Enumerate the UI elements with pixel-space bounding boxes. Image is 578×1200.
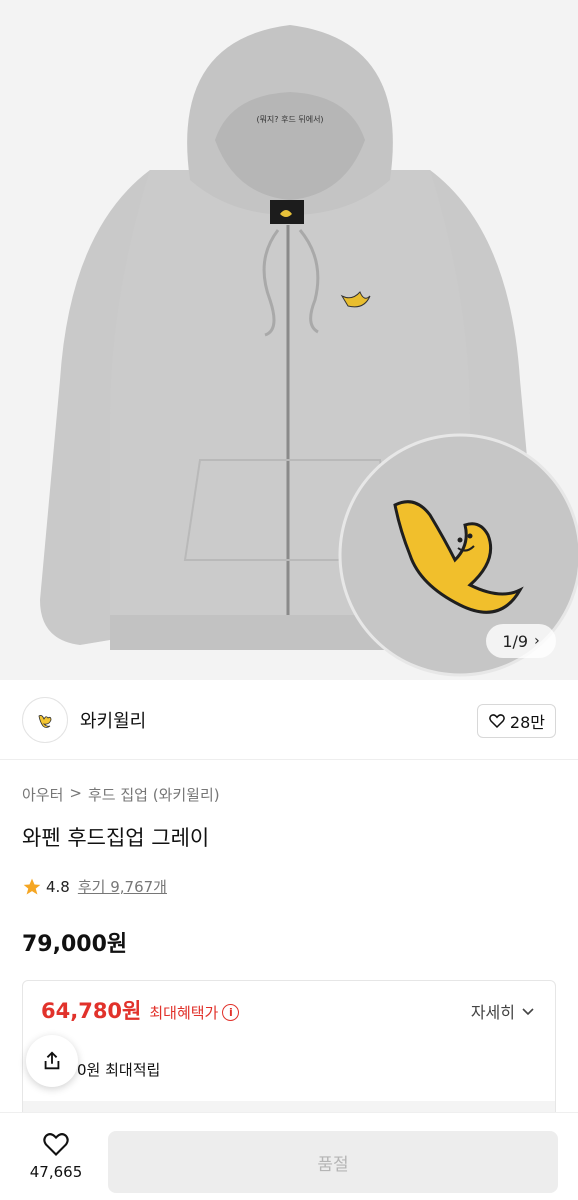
share-icon: [44, 1051, 60, 1070]
brand-row[interactable]: 와키윌리 28만: [0, 680, 578, 760]
sale-price: 64,780원: [41, 999, 142, 1023]
chevron-down-icon: [522, 1008, 534, 1016]
star-icon: [23, 878, 41, 894]
image-counter[interactable]: 1/9 ›: [486, 624, 556, 658]
details-button[interactable]: 자세히: [471, 999, 535, 1023]
review-link[interactable]: 후기 9,767개: [78, 876, 167, 897]
wishlist-button[interactable]: 47,665: [20, 1131, 92, 1181]
chevron-right-icon: ›: [534, 633, 540, 649]
breadcrumb: 아우터 > 후드 집업 (와키윌리): [22, 784, 220, 805]
brand-logo[interactable]: [22, 696, 68, 743]
original-price: 79,000원: [22, 932, 128, 957]
brand-like-button[interactable]: 28만: [476, 704, 556, 738]
product-title: 와펜 후드집업 그레이: [22, 826, 210, 850]
sale-label: 최대혜택가: [149, 1004, 219, 1022]
info-icon[interactable]: i: [222, 1004, 240, 1021]
product-image-gallery[interactable]: (뭐지? 후드 뒤에서) 1/9 ›: [0, 0, 578, 680]
rating-row[interactable]: 4.8 후기 9,767개: [22, 876, 167, 897]
heart-icon: [489, 714, 505, 729]
brand-like-count: 28만: [509, 713, 545, 732]
share-button[interactable]: [26, 1035, 78, 1087]
brand-name[interactable]: 와키윌리: [80, 707, 146, 733]
breadcrumb-item-outer[interactable]: 아우터: [22, 784, 63, 805]
breadcrumb-item-category[interactable]: 후드 집업 (와키윌리): [88, 784, 220, 805]
benefit-box: 64,780원 최대혜택가 i 자세히 0원 최대적립: [22, 980, 556, 1120]
max-points: 0원 최대적립: [77, 1061, 161, 1079]
hood-print-text: (뭐지? 후드 뒤에서): [256, 115, 323, 124]
bottom-action-bar: 47,665 품절: [0, 1112, 578, 1200]
sale-label-group[interactable]: 최대혜택가 i: [149, 1002, 240, 1023]
breadcrumb-separator: >: [69, 784, 82, 802]
rating-score: 4.8: [46, 877, 70, 896]
heart-icon: [43, 1133, 69, 1156]
details-label: 자세히: [470, 1003, 515, 1022]
image-counter-text: 1/9: [502, 631, 529, 651]
hoodie-image: (뭐지? 후드 뒤에서): [0, 0, 578, 680]
wishlist-count: 47,665: [29, 1163, 83, 1181]
soldout-button[interactable]: 품절: [108, 1131, 558, 1193]
